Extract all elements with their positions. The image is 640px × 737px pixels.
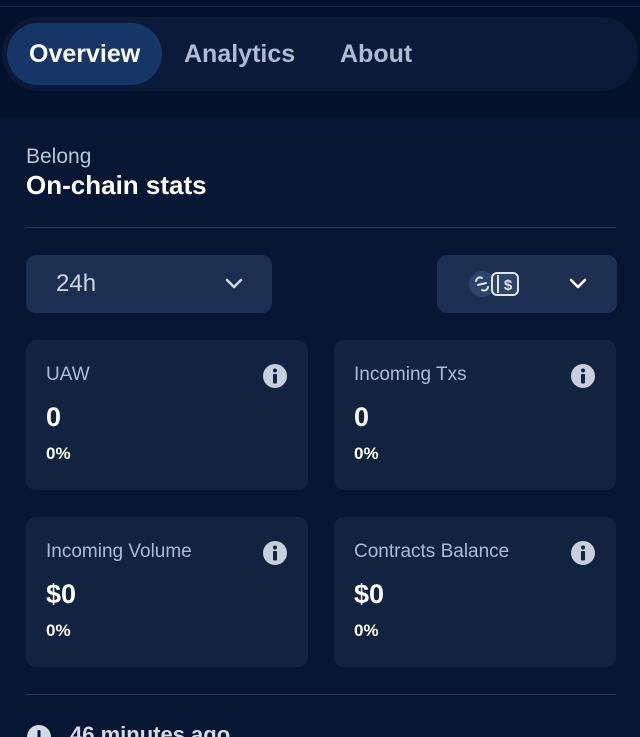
stat-value: 0 — [46, 402, 62, 432]
stat-card-incoming-volume: Incoming Volume $0 0% — [26, 517, 308, 667]
token-select[interactable]: $ — [437, 255, 617, 313]
page-subtitle: Belong — [26, 145, 92, 168]
stat-change: 0% — [46, 444, 71, 463]
stat-change: 0% — [354, 621, 379, 640]
stat-change: 0% — [46, 621, 71, 640]
clock-icon — [27, 725, 51, 737]
stat-label: Incoming Volume — [46, 541, 192, 562]
info-icon[interactable] — [262, 363, 288, 389]
page-root: Overview Analytics About Belong On-chain… — [0, 0, 640, 737]
tab-about[interactable]: About — [318, 23, 434, 85]
stat-value: $0 — [354, 579, 385, 609]
stat-card-uaw: UAW 0 0% — [26, 340, 308, 490]
period-select[interactable]: 24h — [26, 255, 272, 313]
footer-divider — [26, 694, 616, 695]
period-select-value: 24h — [56, 270, 97, 297]
stat-change: 0% — [354, 444, 379, 463]
stat-value: $0 — [46, 579, 77, 609]
stat-card-incoming-txs: Incoming Txs 0 0% — [334, 340, 616, 490]
top-divider — [0, 6, 640, 7]
info-icon[interactable] — [570, 540, 596, 566]
tab-overview[interactable]: Overview — [7, 23, 163, 85]
info-icon[interactable] — [262, 540, 288, 566]
chevron-down-icon — [569, 278, 587, 289]
last-updated-text: 46 minutes ago — [70, 722, 231, 737]
section-divider — [26, 227, 616, 228]
tab-analytics[interactable]: Analytics — [162, 23, 317, 85]
chevron-down-icon — [225, 278, 243, 289]
stat-label: UAW — [46, 364, 90, 385]
stat-label: Contracts Balance — [354, 541, 510, 562]
info-icon[interactable] — [570, 363, 596, 389]
svg-text:$: $ — [504, 277, 513, 294]
stat-value: 0 — [354, 402, 370, 432]
page-title: On-chain stats — [26, 170, 207, 200]
link-wallet-icons: $ — [469, 271, 519, 297]
stat-card-contracts-balance: Contracts Balance $0 0% — [334, 517, 616, 667]
stat-label: Incoming Txs — [354, 364, 467, 385]
